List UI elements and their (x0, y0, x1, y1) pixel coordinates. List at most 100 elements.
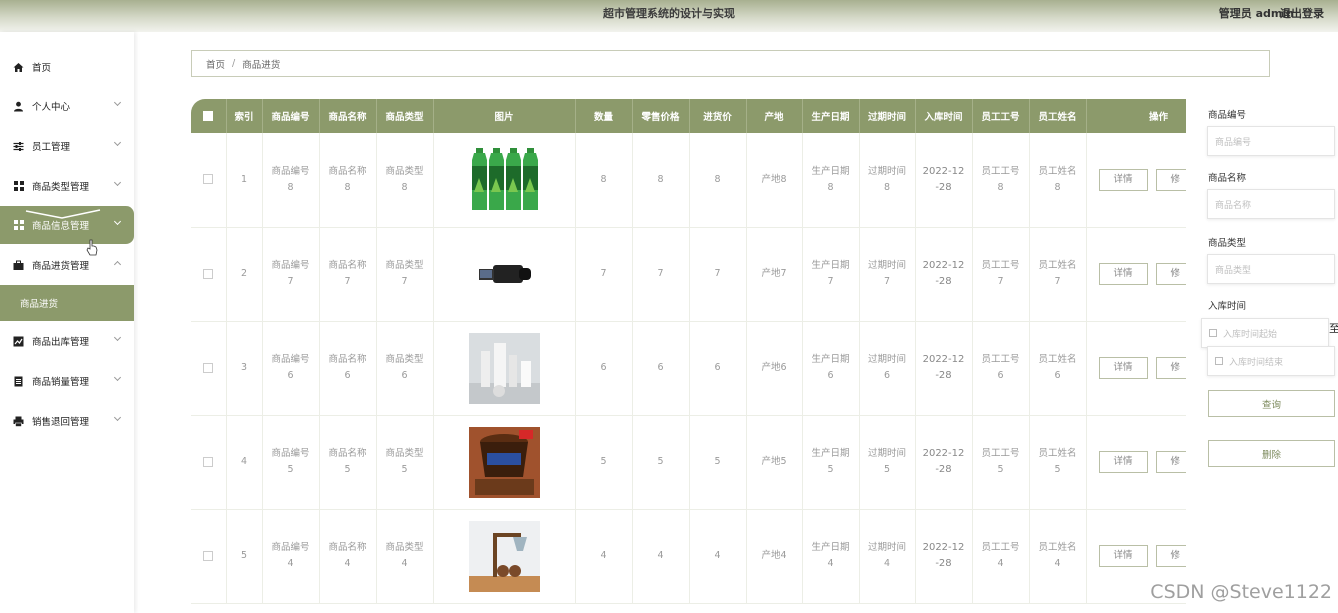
type-number: 4 (401, 558, 408, 569)
mfg-number: 6 (827, 370, 834, 381)
chevron-down-icon (113, 373, 122, 382)
exp-text: 过期时间 (867, 354, 906, 365)
delete-button[interactable]: 删除 (1208, 440, 1335, 467)
desk-lamp-image[interactable] (468, 520, 540, 592)
type-cell: 商品类型 5 (376, 415, 434, 510)
sidebar-item-sales[interactable]: 商品销量管理 (0, 362, 134, 400)
appliances-image[interactable] (468, 332, 540, 404)
code-number: 6 (287, 370, 294, 381)
aloe-drink-bottles-image[interactable] (468, 144, 540, 216)
origin-cell: 产地5 (746, 415, 803, 510)
table-row: 3 商品编号 6 商品名称 6 商品类型 6 6 6 6 产地6 生产日期 6 过期时间… (191, 321, 1186, 416)
camcorder-image[interactable] (468, 238, 540, 310)
logout-link[interactable]: 退出登录 (1280, 5, 1324, 21)
time-end-input[interactable]: 入库时间结束 (1207, 346, 1335, 376)
detail-button[interactable]: 详情 (1098, 357, 1148, 379)
code-cell: 商品编号 8 (262, 133, 320, 228)
row-checkbox[interactable] (203, 174, 214, 185)
code-text: 商品编号 (271, 448, 310, 459)
app-title: 超市管理系统的设计与实现 (603, 7, 735, 20)
code-search-input[interactable]: 商品编号 (1207, 126, 1335, 156)
select-all-checkbox[interactable] (203, 111, 214, 121)
edit-button[interactable]: 修 (1155, 168, 1186, 191)
mfg-text: 生产日期 (811, 542, 850, 553)
sidebar-item-label: 商品销量管理 (32, 377, 90, 388)
chevron-down-icon (113, 98, 122, 107)
type-text: 商品类型 (385, 165, 424, 177)
hand-cursor-icon (86, 239, 98, 256)
sidebar-item-label: 商品出库管理 (32, 337, 90, 348)
qty-cell: 6 (575, 321, 633, 416)
row-checkbox[interactable] (203, 550, 214, 561)
ice-cream-tub-image[interactable] (468, 426, 540, 498)
qty-cell: 5 (575, 415, 633, 510)
emp-name-text: 员工姓名 (1038, 260, 1077, 271)
grid-icon (13, 220, 24, 231)
breadcrumb-current: 商品进货 (242, 59, 281, 71)
exp-number: 4 (883, 558, 891, 569)
mfg-cell: 生产日期 6 (802, 321, 860, 416)
detail-button[interactable]: 详情 (1098, 451, 1148, 473)
cost-cell: 6 (689, 321, 747, 416)
sidebar-item-home[interactable]: 首页 (0, 48, 134, 86)
index-cell: 5 (226, 509, 263, 604)
exp-number: 6 (883, 370, 891, 381)
breadcrumb-home[interactable]: 首页 (206, 57, 225, 71)
emp-no-cell: 员工工号 7 (972, 227, 1030, 322)
qty-cell: 7 (575, 227, 633, 322)
type-cell: 商品类型 7 (376, 227, 434, 322)
type-number: 5 (401, 464, 408, 475)
emp-no-cell: 员工工号 6 (972, 321, 1030, 416)
image-cell (433, 133, 576, 228)
highlight-stroke (25, 209, 101, 219)
emp-name-number: 6 (1054, 370, 1061, 381)
chevron-down-icon (113, 178, 122, 187)
time-start-input[interactable]: 入库时间起始 (1201, 318, 1329, 348)
detail-button[interactable]: 详情 (1098, 168, 1148, 191)
code-number: 4 (287, 558, 294, 569)
column-header: 操作 (1086, 99, 1186, 133)
document-icon (13, 376, 24, 387)
calendar-icon (1209, 329, 1217, 337)
index-cell: 3 (226, 321, 263, 416)
sidebar-item-product-info[interactable]: 商品信息管理 (0, 206, 134, 244)
type-search-input[interactable]: 商品类型 (1207, 254, 1335, 284)
name-search-input[interactable]: 商品名称 (1207, 189, 1335, 219)
sidebar-item-staff[interactable]: 员工管理 (0, 127, 134, 165)
exp-cell: 过期时间 5 (859, 415, 916, 510)
mfg-number: 8 (827, 181, 834, 193)
edit-button[interactable]: 修 (1155, 263, 1186, 285)
emp-name-cell: 员工姓名 5 (1029, 415, 1087, 510)
sidebar-item-returns[interactable]: 销售退回管理 (0, 402, 134, 440)
edit-button[interactable]: 修 (1155, 451, 1186, 473)
type-cell: 商品类型 6 (376, 321, 434, 416)
row-checkbox[interactable] (203, 456, 214, 467)
edit-button[interactable]: 修 (1155, 357, 1186, 379)
in-time-date: 2022-12 (922, 448, 965, 459)
sidebar-item-category[interactable]: 商品类型管理 (0, 167, 134, 205)
edit-button[interactable]: 修 (1155, 545, 1186, 567)
sidebar-subitem-purchase[interactable]: 商品进货 (0, 285, 134, 321)
row-checkbox[interactable] (203, 362, 214, 373)
emp-name-text: 员工姓名 (1038, 354, 1077, 365)
in-time-cell: 2022-12 -28 (915, 509, 973, 604)
query-button[interactable]: 查询 (1208, 390, 1335, 417)
sidebar-item-outbound[interactable]: 商品出库管理 (0, 322, 134, 360)
column-header: 产地 (746, 99, 803, 133)
in-time-cell: 2022-12 -28 (915, 321, 973, 416)
type-label: 商品类型 (1208, 238, 1247, 249)
detail-button[interactable]: 详情 (1098, 545, 1148, 567)
row-select-cell (191, 133, 227, 228)
emp-no-text: 员工工号 (981, 448, 1020, 459)
emp-name-number: 8 (1054, 181, 1061, 193)
detail-button[interactable]: 详情 (1098, 263, 1148, 285)
sidebar-item-purchase-mgmt[interactable]: 商品进货管理 (0, 246, 134, 284)
emp-no-number: 4 (997, 558, 1004, 569)
sidebar-item-profile[interactable]: 个人中心 (0, 87, 134, 125)
mfg-text: 生产日期 (811, 354, 850, 365)
chevron-up-icon (113, 260, 122, 269)
type-cell: 商品类型 8 (376, 133, 434, 228)
exp-text: 过期时间 (867, 542, 906, 553)
code-text: 商品编号 (271, 165, 310, 177)
row-checkbox[interactable] (203, 268, 214, 279)
